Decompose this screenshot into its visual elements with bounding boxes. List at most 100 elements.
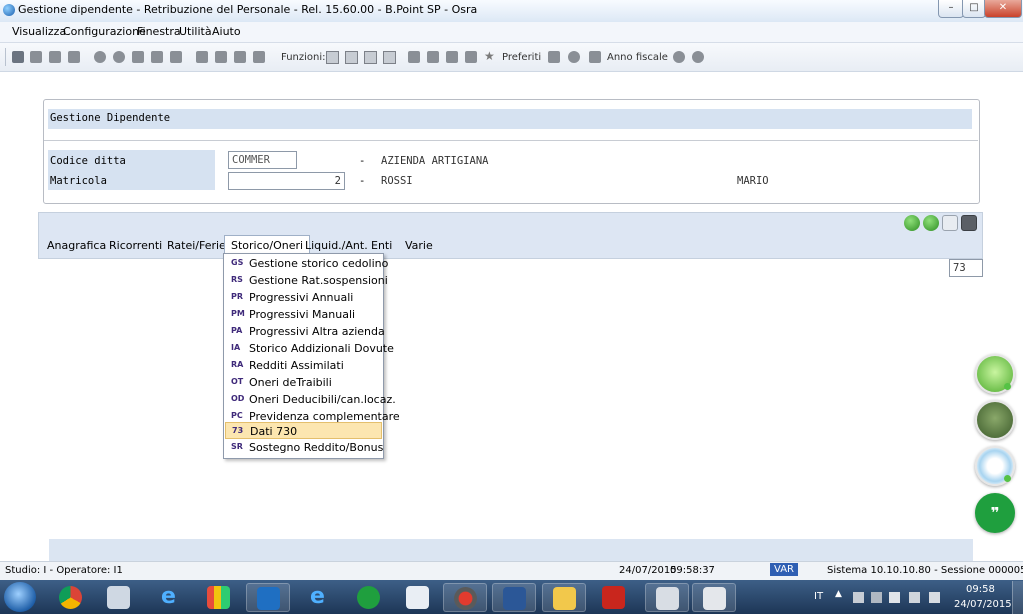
show-desktop-button[interactable] xyxy=(1012,581,1023,614)
taskbar-network[interactable] xyxy=(645,583,689,612)
function-3-icon[interactable] xyxy=(364,51,377,64)
tray-network-icon[interactable] xyxy=(909,592,920,603)
taskbar-calculator[interactable] xyxy=(97,583,141,612)
codice-ditta-field[interactable]: COMMER xyxy=(228,151,297,169)
dd-item-od[interactable]: OD Oneri Deducibili/can.locaz. xyxy=(225,392,396,408)
com-icon[interactable] xyxy=(961,215,977,231)
taskbar-hangouts[interactable] xyxy=(347,583,391,612)
function-1-icon[interactable] xyxy=(326,51,339,64)
tray-app-icon[interactable] xyxy=(853,592,864,603)
print-icon[interactable] xyxy=(68,51,80,63)
taskbar-ie-2[interactable]: e xyxy=(296,583,340,612)
apps-grid-icon xyxy=(207,586,230,609)
tab-enti[interactable]: Enti xyxy=(371,239,392,252)
calendar-fiscal-icon[interactable] xyxy=(589,51,601,63)
dd-item-rs[interactable]: RS Gestione Rat.sospensioni xyxy=(225,273,388,289)
tray-device-icon[interactable] xyxy=(871,592,882,603)
tab-varie[interactable]: Varie xyxy=(405,239,433,252)
taskbar-acrobat[interactable] xyxy=(592,583,636,612)
tab-liquid-ant[interactable]: Liquid./Ant. xyxy=(305,239,368,252)
online-dot xyxy=(1004,475,1011,482)
dd-item-sr[interactable]: SR Sostegno Reddito/Bonus xyxy=(225,440,383,456)
book-icon[interactable] xyxy=(234,51,246,63)
taskbar-phone[interactable] xyxy=(692,583,736,612)
taskbar-outlook[interactable] xyxy=(246,583,290,612)
clock-date[interactable]: 24/07/2015 xyxy=(954,599,1012,610)
function-5-icon[interactable] xyxy=(408,51,420,63)
dd-item-73-selected[interactable]: 73 Dati 730 xyxy=(225,422,382,439)
panel-title-bar: Gestione Dipendente xyxy=(48,109,972,129)
tray-volume-icon[interactable] xyxy=(929,592,940,603)
tag-icon[interactable] xyxy=(253,51,265,63)
matricola-field[interactable]: 2 xyxy=(228,172,345,190)
clock-time[interactable]: 09:58 xyxy=(966,584,995,595)
maximize-button[interactable]: □ xyxy=(962,0,986,18)
menu-utilita[interactable]: Utilità xyxy=(179,25,212,38)
dd-item-ra[interactable]: RA Redditi Assimilati xyxy=(225,358,382,374)
dd-item-pm[interactable]: PM Progressivi Manuali xyxy=(225,307,382,323)
function-4-icon[interactable] xyxy=(383,51,396,64)
dd-item-pr[interactable]: PR Progressivi Annuali xyxy=(225,290,382,306)
tray-flag-icon[interactable] xyxy=(889,592,900,603)
taskbar-explorer[interactable] xyxy=(542,583,586,612)
database-icon[interactable] xyxy=(132,51,144,63)
dd-item-ia[interactable]: IA Storico Addizionali Dovute xyxy=(225,341,394,357)
tab-storico-oneri[interactable]: Storico/Oneri xyxy=(224,235,311,255)
dd-item-gs[interactable]: GS Gestione storico cedolino xyxy=(225,256,388,272)
function-8-icon[interactable] xyxy=(465,51,477,63)
language-indicator[interactable]: IT xyxy=(814,591,823,602)
power-icon[interactable] xyxy=(692,51,704,63)
cut-icon[interactable] xyxy=(49,51,61,63)
dd-item-ot[interactable]: OT Oneri deTraibili xyxy=(225,375,382,391)
menu-finestra[interactable]: Finestra xyxy=(137,25,181,38)
preferiti-label[interactable]: Preferiti xyxy=(502,52,541,63)
dd-code: OT xyxy=(231,377,244,386)
dd-item-pa[interactable]: PA Progressivi Altra azienda xyxy=(225,324,385,340)
taskbar-word[interactable] xyxy=(492,583,536,612)
info-icon[interactable] xyxy=(113,51,125,63)
photo-avatar-icon[interactable] xyxy=(975,400,1015,440)
calendar-icon[interactable] xyxy=(170,51,182,63)
user-icon[interactable] xyxy=(673,51,685,63)
help-icon[interactable] xyxy=(94,51,106,63)
start-button[interactable] xyxy=(4,582,36,612)
close-button[interactable]: ✕ xyxy=(984,0,1022,18)
star-icon[interactable]: ★ xyxy=(484,49,495,63)
anno-fiscale-label[interactable]: Anno fiscale xyxy=(607,52,668,63)
status-system: Sistema 10.10.10.80 - Sessione 00000571 xyxy=(827,565,1023,576)
minimize-button[interactable]: – xyxy=(938,0,964,18)
hangouts-bubble-icon[interactable]: ❞ xyxy=(975,493,1015,533)
tray-expand-icon[interactable]: ▲ xyxy=(835,589,842,599)
tab-ratei-ferie[interactable]: Ratei/Ferie xyxy=(167,239,226,252)
menu-visualizza[interactable]: Visualizza xyxy=(12,25,66,38)
taskbar-apps[interactable] xyxy=(197,583,241,612)
exit-icon[interactable] xyxy=(12,51,24,63)
list-icon[interactable] xyxy=(151,51,163,63)
taskbar-record[interactable] xyxy=(443,583,487,612)
save-icon[interactable] xyxy=(30,51,42,63)
print-preview-icon[interactable] xyxy=(942,215,958,231)
dd-code: RS xyxy=(231,275,243,284)
edit-icon[interactable] xyxy=(215,51,227,63)
back-icon[interactable] xyxy=(904,215,920,231)
forward-icon[interactable] xyxy=(923,215,939,231)
function-7-icon[interactable] xyxy=(446,51,458,63)
menu-configurazione[interactable]: Configurazione xyxy=(63,25,146,38)
function-2-icon[interactable] xyxy=(345,51,358,64)
dd-label: Progressivi Altra azienda xyxy=(249,325,385,338)
taskbar-java[interactable] xyxy=(396,583,440,612)
tool-icon[interactable] xyxy=(196,51,208,63)
function-6-icon[interactable] xyxy=(427,51,439,63)
title-bar: Gestione dipendente - Retribuzione del P… xyxy=(0,0,1023,23)
chart-icon[interactable] xyxy=(548,51,560,63)
ie-icon: e xyxy=(310,584,325,609)
taskbar-chrome[interactable] xyxy=(49,583,93,612)
settings-icon[interactable] xyxy=(568,51,580,63)
menu-aiuto[interactable]: Aiuto xyxy=(212,25,241,38)
tab-anagrafica[interactable]: Anagrafica xyxy=(47,239,106,252)
tab-ricorrenti[interactable]: Ricorrenti xyxy=(109,239,162,252)
record-icon xyxy=(454,587,477,610)
taskbar-ie[interactable]: e xyxy=(147,583,191,612)
code-box[interactable]: 73 xyxy=(949,259,983,277)
codice-ditta-label: Codice ditta xyxy=(50,155,126,167)
